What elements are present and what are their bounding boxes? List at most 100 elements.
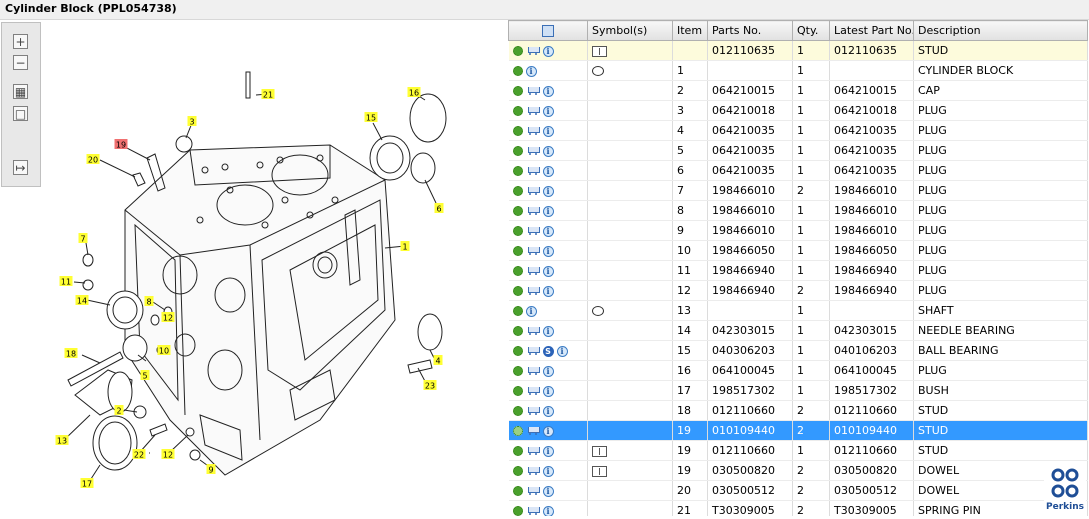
zoom-in-icon[interactable]: + bbox=[13, 34, 28, 49]
add-to-cart-icon[interactable] bbox=[526, 426, 540, 436]
table-row[interactable]: 190305008202030500820DOWEL bbox=[508, 460, 1088, 481]
info-icon[interactable] bbox=[542, 185, 554, 197]
info-icon[interactable] bbox=[542, 385, 554, 397]
settings-gear-icon[interactable] bbox=[512, 506, 523, 516]
table-row[interactable]: 20642100151064210015CAP bbox=[508, 80, 1088, 101]
info-icon[interactable] bbox=[542, 125, 554, 137]
callout-12[interactable]: 12 bbox=[161, 449, 175, 460]
table-row[interactable]: 60642100351064210035PLUG bbox=[508, 160, 1088, 181]
info-icon[interactable] bbox=[542, 445, 554, 457]
table-row[interactable]: 91984660101198466010PLUG bbox=[508, 220, 1088, 241]
note-bubble-icon[interactable] bbox=[592, 66, 604, 76]
add-to-cart-icon[interactable] bbox=[526, 386, 540, 396]
column-header-description[interactable]: Description bbox=[913, 20, 1088, 41]
info-icon[interactable] bbox=[542, 405, 554, 417]
add-to-cart-icon[interactable] bbox=[526, 106, 540, 116]
table-row[interactable]: 160641000451064100045PLUG bbox=[508, 360, 1088, 381]
settings-gear-icon[interactable] bbox=[512, 46, 523, 56]
callout-15[interactable]: 15 bbox=[364, 112, 378, 123]
reference-book-icon[interactable] bbox=[592, 445, 607, 457]
callout-17[interactable]: 17 bbox=[80, 478, 94, 489]
callout-23[interactable]: 23 bbox=[423, 380, 437, 391]
settings-gear-icon[interactable] bbox=[512, 486, 523, 496]
settings-gear-icon[interactable] bbox=[512, 226, 523, 236]
table-row[interactable]: 180121106602012110660STUD bbox=[508, 400, 1088, 421]
info-icon[interactable] bbox=[542, 265, 554, 277]
table-row[interactable]: 1 1 CYLINDER BLOCK bbox=[508, 60, 1088, 81]
info-icon[interactable] bbox=[542, 205, 554, 217]
settings-gear-icon[interactable] bbox=[512, 66, 523, 76]
table-row[interactable]: 111984669401198466940PLUG bbox=[508, 260, 1088, 281]
add-to-cart-icon[interactable] bbox=[526, 186, 540, 196]
info-icon[interactable] bbox=[542, 325, 554, 337]
info-icon[interactable] bbox=[542, 245, 554, 257]
add-to-cart-icon[interactable] bbox=[526, 46, 540, 56]
info-icon[interactable] bbox=[542, 465, 554, 477]
column-header-latest-part-no[interactable]: Latest Part No. bbox=[829, 20, 914, 41]
callout-7[interactable]: 7 bbox=[78, 233, 88, 244]
table-row[interactable]: 40642100351064210035PLUG bbox=[508, 120, 1088, 141]
reference-book-icon[interactable] bbox=[592, 45, 607, 57]
table-row[interactable]: 13 1 SHAFT bbox=[508, 300, 1088, 321]
exploded-diagram[interactable]: 21 16 3 15 19 20 6 7 1 11 14 8 12 4 18 10 5 23 2 13 22 12 9 17 bbox=[0, 20, 508, 516]
info-icon[interactable] bbox=[542, 505, 554, 516]
search-icon[interactable] bbox=[542, 25, 554, 37]
settings-gear-icon[interactable] bbox=[512, 86, 523, 96]
settings-gear-icon[interactable] bbox=[512, 266, 523, 276]
callout-21[interactable]: 21 bbox=[261, 89, 275, 100]
add-to-cart-icon[interactable] bbox=[526, 126, 540, 136]
table-row[interactable]: 140423030151042303015NEEDLE BEARING bbox=[508, 320, 1088, 341]
add-to-cart-icon[interactable] bbox=[526, 326, 540, 336]
note-bubble-icon[interactable] bbox=[592, 306, 604, 316]
callout-9[interactable]: 9 bbox=[206, 464, 216, 475]
settings-gear-icon[interactable] bbox=[512, 426, 523, 436]
callout-18[interactable]: 18 bbox=[64, 348, 78, 359]
callout-3[interactable]: 3 bbox=[187, 116, 197, 127]
column-header-qty[interactable]: Qty. bbox=[792, 20, 830, 41]
settings-gear-icon[interactable] bbox=[512, 166, 523, 176]
settings-gear-icon[interactable] bbox=[512, 306, 523, 316]
settings-gear-icon[interactable] bbox=[512, 206, 523, 216]
info-icon[interactable] bbox=[542, 165, 554, 177]
settings-gear-icon[interactable] bbox=[512, 126, 523, 136]
callout-11[interactable]: 11 bbox=[59, 276, 73, 287]
info-icon[interactable] bbox=[525, 305, 537, 317]
info-icon[interactable] bbox=[556, 345, 568, 357]
callout-22[interactable]: 22 bbox=[132, 449, 146, 460]
settings-gear-icon[interactable] bbox=[512, 386, 523, 396]
table-row[interactable]: S 150403062031040106203BALL BEARING bbox=[508, 340, 1088, 361]
table-row[interactable]: 81984660101198466010PLUG bbox=[508, 200, 1088, 221]
info-icon[interactable] bbox=[542, 425, 554, 437]
table-row[interactable]: 21T303090052T30309005SPRING PIN bbox=[508, 500, 1088, 516]
callout-4[interactable]: 4 bbox=[433, 355, 443, 366]
reference-book-icon[interactable] bbox=[592, 465, 607, 477]
settings-gear-icon[interactable] bbox=[512, 346, 523, 356]
settings-gear-icon[interactable] bbox=[512, 446, 523, 456]
column-header-actions[interactable] bbox=[508, 20, 588, 41]
settings-gear-icon[interactable] bbox=[512, 366, 523, 376]
actual-size-icon[interactable]: □ bbox=[13, 106, 28, 121]
info-icon[interactable] bbox=[542, 485, 554, 497]
settings-gear-icon[interactable] bbox=[512, 466, 523, 476]
callout-6[interactable]: 6 bbox=[434, 203, 444, 214]
callout-12[interactable]: 12 bbox=[161, 312, 175, 323]
info-icon[interactable] bbox=[542, 45, 554, 57]
settings-gear-icon[interactable] bbox=[512, 146, 523, 156]
callout-1[interactable]: 1 bbox=[400, 241, 410, 252]
add-to-cart-icon[interactable] bbox=[526, 466, 540, 476]
callout-13[interactable]: 13 bbox=[55, 435, 69, 446]
fit-page-icon[interactable]: ▦ bbox=[13, 84, 28, 99]
zoom-out-icon[interactable]: − bbox=[13, 55, 28, 70]
add-to-cart-icon[interactable] bbox=[526, 206, 540, 216]
callout-5[interactable]: 5 bbox=[140, 370, 150, 381]
add-to-cart-icon[interactable] bbox=[526, 286, 540, 296]
callout-19[interactable]: 19 bbox=[114, 139, 128, 150]
add-to-cart-icon[interactable] bbox=[526, 506, 540, 516]
callout-2[interactable]: 2 bbox=[114, 405, 124, 416]
cylinder-block-illustration[interactable]: 21 163 1519206711114 812418 1052321322 12917 bbox=[0, 20, 508, 516]
supersession-icon[interactable]: S bbox=[542, 345, 554, 357]
table-row[interactable]: 171985173021198517302BUSH bbox=[508, 380, 1088, 401]
settings-gear-icon[interactable] bbox=[512, 106, 523, 116]
settings-gear-icon[interactable] bbox=[512, 246, 523, 256]
add-to-cart-icon[interactable] bbox=[526, 246, 540, 256]
